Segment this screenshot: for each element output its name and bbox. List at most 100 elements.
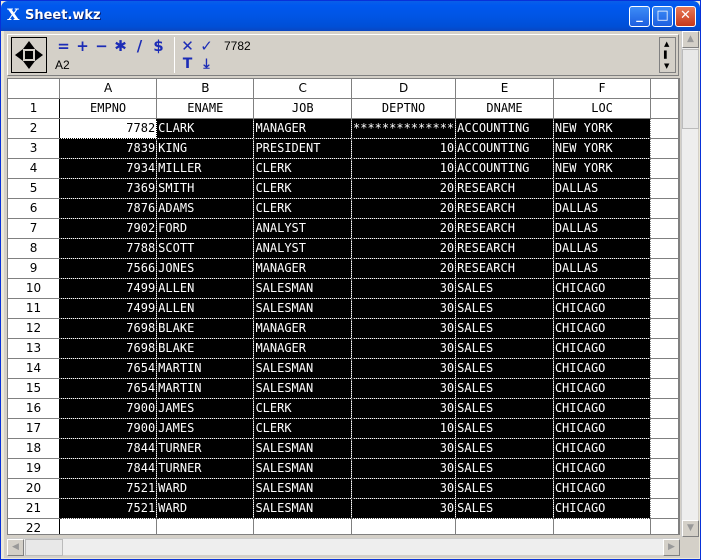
table-cell[interactable]: DEPTNO <box>351 98 457 119</box>
fill-down-button[interactable]: ⤓ <box>198 57 215 72</box>
table-cell[interactable]: 30 <box>351 458 457 479</box>
table-cell[interactable]: KING <box>156 138 255 159</box>
table-cell[interactable]: 7698 <box>59 338 158 359</box>
row-header[interactable]: 21 <box>8 498 61 519</box>
spreadsheet-grid[interactable]: A B C D E F 1 EMPNO ENAME JOB DEPTNO DNAME LOC… <box>7 78 680 535</box>
table-cell-empty[interactable] <box>650 378 679 399</box>
table-cell[interactable]: CLARK <box>156 118 255 139</box>
table-cell-empty[interactable] <box>650 358 679 379</box>
table-cell[interactable]: 7788 <box>59 238 158 259</box>
scroll-down-icon[interactable]: ▼ <box>664 62 669 70</box>
row-header[interactable]: 18 <box>8 438 61 459</box>
row-header[interactable]: 6 <box>8 198 61 219</box>
table-cell[interactable]: SALES <box>455 358 554 379</box>
row-header[interactable]: 17 <box>8 418 61 439</box>
table-cell[interactable]: CHICAGO <box>553 278 652 299</box>
table-cell[interactable]: MANAGER <box>253 338 352 359</box>
table-cell[interactable]: SALESMAN <box>253 498 352 519</box>
table-cell-empty[interactable] <box>650 158 679 179</box>
table-cell[interactable]: JAMES <box>156 398 255 419</box>
table-cell[interactable]: ACCOUNTING <box>455 158 554 179</box>
table-cell[interactable] <box>156 518 255 534</box>
table-cell[interactable]: CHICAGO <box>553 358 652 379</box>
table-cell[interactable]: RESEARCH <box>455 198 554 219</box>
table-cell[interactable] <box>59 518 158 534</box>
table-cell-empty[interactable] <box>650 498 679 519</box>
scroll-down-arrow-icon[interactable]: ▼ <box>682 520 699 537</box>
table-cell[interactable]: MILLER <box>156 158 255 179</box>
table-cell[interactable]: MARTIN <box>156 378 255 399</box>
column-header[interactable]: B <box>156 79 255 99</box>
table-cell[interactable]: ACCOUNTING <box>455 138 554 159</box>
table-cell[interactable]: DALLAS <box>553 258 652 279</box>
table-cell-empty[interactable] <box>650 298 679 319</box>
row-header[interactable]: 14 <box>8 358 61 379</box>
table-cell-empty[interactable] <box>650 338 679 359</box>
table-cell[interactable]: MANAGER <box>253 118 352 139</box>
table-cell[interactable]: JONES <box>156 258 255 279</box>
scroll-up-arrow-icon[interactable]: ▲ <box>682 31 699 48</box>
table-cell[interactable]: SALESMAN <box>253 278 352 299</box>
table-cell[interactable]: 20 <box>351 258 457 279</box>
table-cell-empty[interactable] <box>650 398 679 419</box>
table-cell[interactable]: JAMES <box>156 418 255 439</box>
table-cell[interactable]: SALESMAN <box>253 478 352 499</box>
table-cell[interactable]: 20 <box>351 178 457 199</box>
confirm-edit-button[interactable]: ✓ <box>198 39 215 54</box>
table-cell[interactable]: SALESMAN <box>253 378 352 399</box>
table-cell[interactable]: NEW YORK <box>553 158 652 179</box>
cancel-edit-button[interactable]: ✕ <box>179 39 196 54</box>
table-cell[interactable]: SALES <box>455 338 554 359</box>
table-cell[interactable]: 30 <box>351 398 457 419</box>
table-cell-empty[interactable] <box>650 138 679 159</box>
table-cell[interactable]: SCOTT <box>156 238 255 259</box>
table-cell[interactable] <box>553 518 652 534</box>
table-cell[interactable]: 7521 <box>59 498 158 519</box>
horizontal-scroll-thumb[interactable] <box>25 539 63 556</box>
table-cell[interactable]: CLERK <box>253 418 352 439</box>
table-cell[interactable]: SALES <box>455 458 554 479</box>
row-header[interactable]: 22 <box>8 518 61 534</box>
table-cell[interactable]: 7934 <box>59 158 158 179</box>
table-cell[interactable]: SALESMAN <box>253 298 352 319</box>
table-cell[interactable]: 30 <box>351 478 457 499</box>
table-cell[interactable]: SALESMAN <box>253 358 352 379</box>
toolbar-scroll[interactable]: ▲ ▌ ▼ <box>659 37 676 73</box>
table-cell[interactable]: MARTIN <box>156 358 255 379</box>
table-cell[interactable]: RESEARCH <box>455 238 554 259</box>
row-header[interactable]: 16 <box>8 398 61 419</box>
table-cell[interactable]: SALESMAN <box>253 438 352 459</box>
table-cell[interactable]: 7876 <box>59 198 158 219</box>
formula-input[interactable]: 7782 <box>224 39 251 53</box>
table-cell[interactable]: 7521 <box>59 478 158 499</box>
table-cell[interactable]: NEW YORK <box>553 138 652 159</box>
table-cell[interactable]: 7844 <box>59 438 158 459</box>
table-cell[interactable]: DALLAS <box>553 218 652 239</box>
table-cell[interactable]: 20 <box>351 218 457 239</box>
table-cell[interactable]: RESEARCH <box>455 218 554 239</box>
scroll-left-arrow-icon[interactable]: ◀ <box>7 539 24 556</box>
row-header[interactable]: 19 <box>8 458 61 479</box>
table-cell[interactable]: CHICAGO <box>553 298 652 319</box>
table-cell[interactable]: 7844 <box>59 458 158 479</box>
table-cell[interactable]: DALLAS <box>553 238 652 259</box>
table-cell[interactable]: 7900 <box>59 398 158 419</box>
column-header[interactable]: D <box>351 79 457 99</box>
row-header[interactable]: 2 <box>8 118 61 139</box>
vertical-scroll-thumb[interactable] <box>682 49 699 129</box>
close-button[interactable]: ✕ <box>675 6 696 27</box>
scroll-thumb-icon[interactable]: ▌ <box>664 51 669 59</box>
scroll-up-icon[interactable]: ▲ <box>664 40 669 48</box>
table-cell[interactable]: 7900 <box>59 418 158 439</box>
table-cell[interactable]: 30 <box>351 358 457 379</box>
table-cell[interactable]: MANAGER <box>253 318 352 339</box>
column-header[interactable]: A <box>59 79 158 99</box>
column-header[interactable]: F <box>553 79 652 99</box>
table-cell[interactable]: 30 <box>351 378 457 399</box>
table-cell[interactable]: 30 <box>351 318 457 339</box>
table-cell-empty[interactable] <box>650 458 679 479</box>
table-cell[interactable]: 30 <box>351 438 457 459</box>
navigation-arrows-icon[interactable] <box>11 37 47 73</box>
table-cell[interactable]: CHICAGO <box>553 318 652 339</box>
table-cell[interactable]: 7902 <box>59 218 158 239</box>
